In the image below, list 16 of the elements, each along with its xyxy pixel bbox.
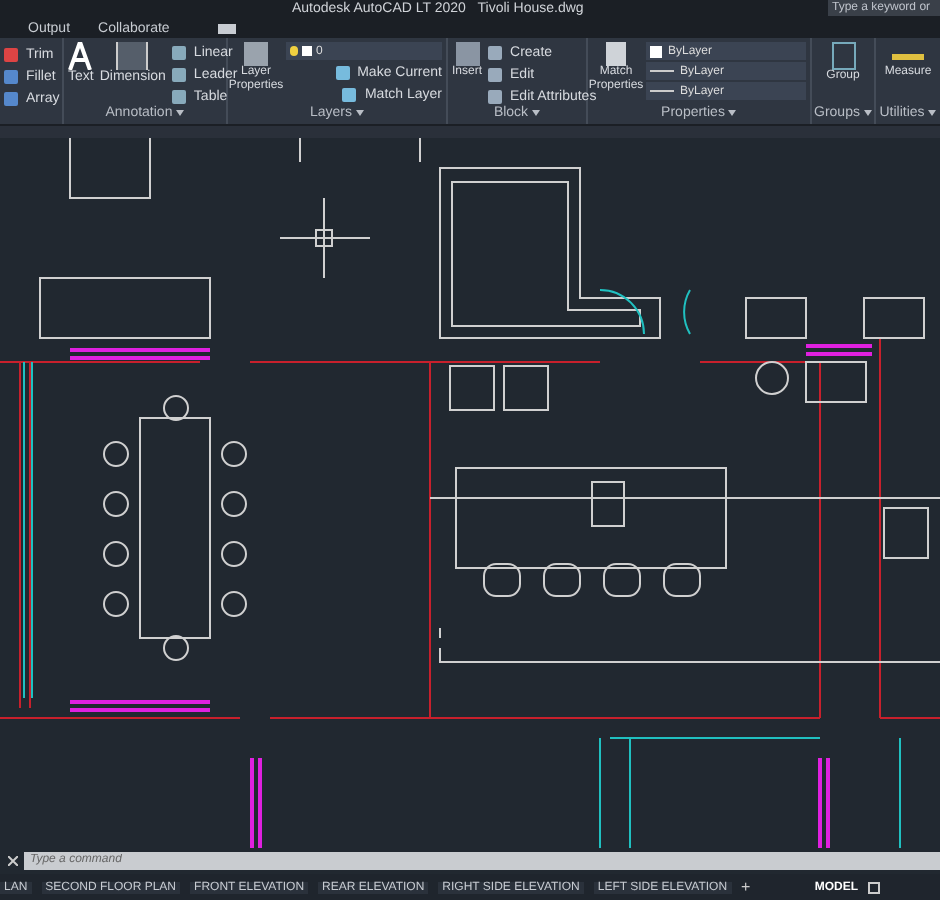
add-layout-button[interactable]: + bbox=[741, 879, 751, 895]
dropdown-caret-icon[interactable] bbox=[863, 110, 872, 116]
square-icon bbox=[302, 46, 312, 56]
line-icon bbox=[650, 70, 674, 72]
close-icon[interactable] bbox=[8, 856, 18, 866]
tab-options-icon[interactable] bbox=[217, 23, 236, 33]
dropdown-caret-icon[interactable] bbox=[356, 110, 364, 116]
bulb-icon bbox=[290, 46, 298, 56]
dropdown-caret-icon[interactable] bbox=[728, 110, 737, 116]
text-icon[interactable] bbox=[68, 42, 93, 70]
line-icon bbox=[650, 90, 674, 92]
dropdown-caret-icon[interactable] bbox=[928, 110, 937, 116]
dropdown-caret-icon[interactable] bbox=[176, 110, 185, 116]
dropdown-caret-icon[interactable] bbox=[532, 110, 541, 116]
color-swatch-icon bbox=[650, 45, 662, 57]
grid-icon[interactable] bbox=[868, 881, 880, 893]
